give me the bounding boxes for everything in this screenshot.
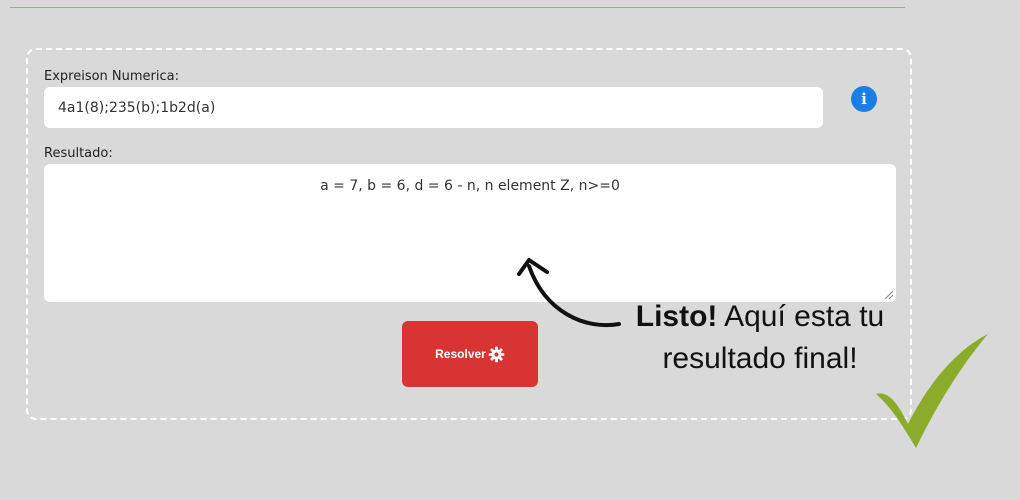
completion-note-bold: Listo! [635,300,718,333]
completion-note-line2: resultado final! [662,342,858,375]
expression-input[interactable]: 4a1(8);235(b);1b2d(a) [44,87,823,128]
solve-button-label: Resolver [435,347,486,361]
completion-note: Listo! Aquí esta tu resultado final! [620,296,900,380]
curved-arrow-icon [517,258,621,327]
expression-label: Expreison Numerica: [44,69,180,84]
gear-icon [488,346,505,362]
result-textarea[interactable]: a = 7, b = 6, d = 6 - n, n element Z, n>… [44,164,896,302]
result-value: a = 7, b = 6, d = 6 - n, n element Z, n>… [320,178,620,194]
expression-value: 4a1(8);235(b);1b2d(a) [58,99,216,116]
result-label: Resultado: [44,146,113,161]
info-icon[interactable]: i [851,86,877,112]
checkmark-icon [876,334,988,448]
completion-note-line1: Aquí esta tu [717,300,885,333]
top-divider [10,7,905,8]
